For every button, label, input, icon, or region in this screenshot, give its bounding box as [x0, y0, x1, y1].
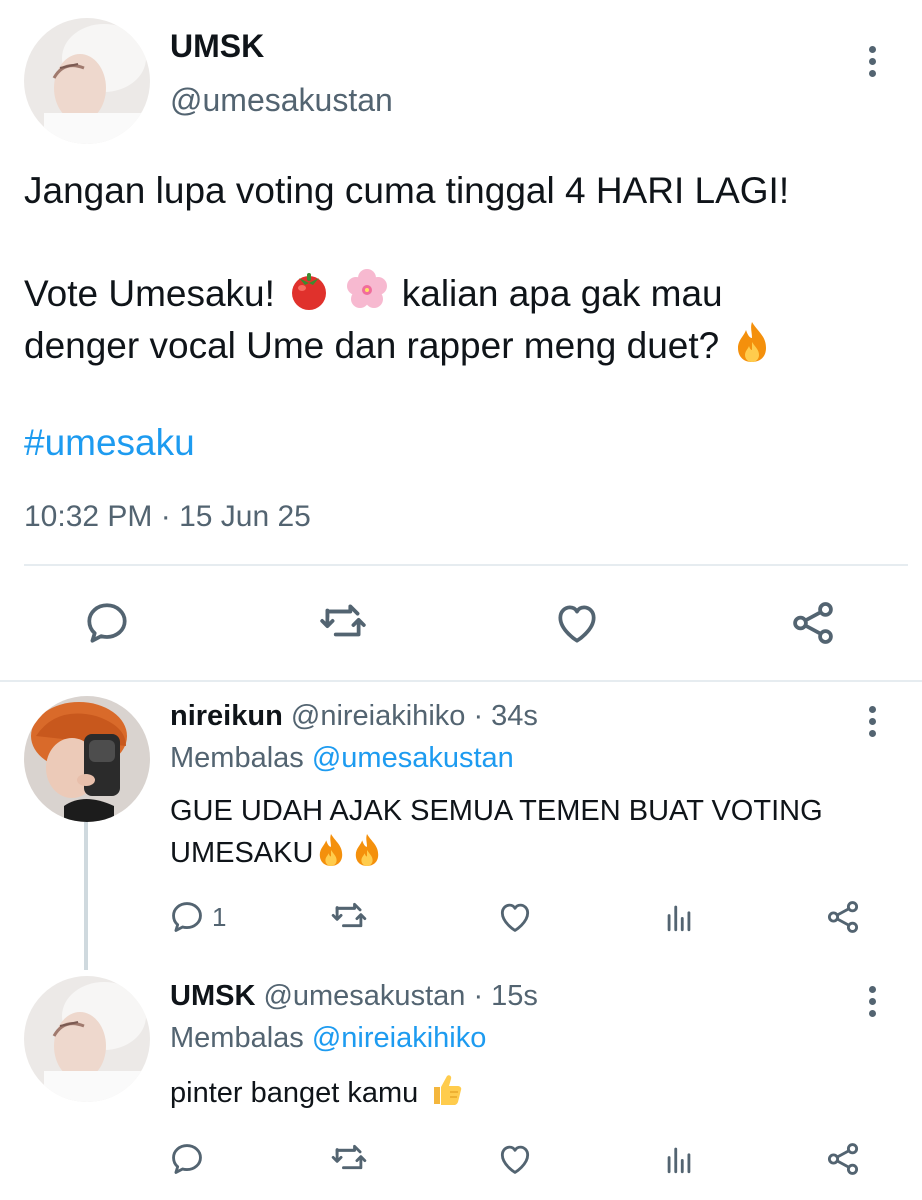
tomato-emoji-icon: [287, 268, 331, 323]
reply-icon: [168, 898, 206, 936]
replying-to-mention[interactable]: @nireiakihiko: [312, 1022, 487, 1054]
tweet-text-line-2: Vote Umesaku! kalian apa gak mau: [24, 268, 723, 323]
retweet-button[interactable]: [318, 598, 368, 648]
stats-button[interactable]: [662, 898, 696, 936]
reply-icon: [82, 598, 132, 648]
tweet-text-line-3-text: denger vocal Ume dan rapper meng duet?: [24, 325, 720, 366]
retweet-icon: [330, 1140, 368, 1178]
reply-author-handle[interactable]: @umesakustan: [263, 980, 465, 1012]
reply-text-line-2-text: UMESAKU: [170, 837, 314, 869]
reply-time: · 34s: [473, 700, 538, 732]
retweet-button[interactable]: [330, 898, 368, 936]
reply-header: nireikun @nireiakihiko · 34s: [170, 700, 538, 733]
fire-emoji-icon: [315, 832, 347, 880]
fire-emoji-icon: [351, 832, 383, 880]
fire-emoji-icon: [732, 320, 772, 375]
tweet-text-line-1: Jangan lupa voting cuma tinggal 4 HARI L…: [24, 170, 790, 211]
reply-header: UMSK @umesakustan · 15s: [170, 980, 538, 1013]
share-button[interactable]: [824, 898, 862, 936]
replying-to-label: Membalas: [170, 1022, 304, 1054]
replying-to-label: Membalas: [170, 742, 304, 774]
reply-text-line-1: GUE UDAH AJAK SEMUA TEMEN BUAT VOTING: [170, 795, 823, 827]
share-icon: [788, 598, 838, 648]
reply-author-name[interactable]: nireikun: [170, 700, 283, 732]
reply-count: 1: [212, 901, 227, 932]
more-options-icon[interactable]: [862, 46, 882, 77]
reply-avatar[interactable]: [24, 976, 150, 1102]
like-button[interactable]: [496, 898, 534, 936]
share-icon: [824, 1140, 862, 1178]
reply-author-handle[interactable]: @nireiakihiko: [291, 700, 466, 732]
reply-icon: [168, 1140, 206, 1178]
more-options-icon[interactable]: [862, 986, 882, 1017]
reply-text-line-2: UMESAKU: [170, 832, 385, 880]
retweet-icon: [318, 598, 368, 648]
reply-avatar[interactable]: [24, 696, 150, 822]
hashtag-link[interactable]: #umesaku: [24, 420, 195, 466]
author-avatar[interactable]: [24, 18, 150, 144]
stats-icon: [662, 898, 696, 936]
like-icon: [552, 598, 602, 648]
stats-icon: [662, 1140, 696, 1178]
reply-text-line-1: pinter banget kamu: [170, 1072, 466, 1120]
retweet-icon: [330, 898, 368, 936]
tweet-text-line-3: denger vocal Ume dan rapper meng duet?: [24, 320, 774, 375]
divider: [0, 680, 922, 682]
tweet-text-vote: Vote Umesaku!: [24, 273, 275, 314]
replying-to-mention[interactable]: @umesakustan: [312, 742, 514, 774]
reply-button[interactable]: 1: [168, 898, 226, 936]
tweet-text-tail: kalian apa gak mau: [401, 273, 723, 314]
reply-text: pinter banget kamu: [170, 1077, 419, 1109]
share-button[interactable]: [788, 598, 838, 648]
retweet-button[interactable]: [330, 1140, 368, 1178]
thumbs-up-emoji-icon: [428, 1072, 464, 1120]
reply-author-name[interactable]: UMSK: [170, 980, 255, 1012]
author-handle[interactable]: @umesakustan: [170, 82, 393, 119]
thread-line: [84, 822, 88, 970]
like-icon: [496, 1140, 534, 1178]
tweet-timestamp[interactable]: 10:32 PM · 15 Jun 25: [24, 500, 311, 534]
replying-to: Membalas @umesakustan: [170, 742, 514, 775]
stats-button[interactable]: [662, 1140, 696, 1178]
share-button[interactable]: [824, 1140, 862, 1178]
divider: [24, 564, 908, 566]
replying-to: Membalas @nireiakihiko: [170, 1022, 486, 1055]
author-name[interactable]: UMSK: [170, 28, 264, 65]
reply-button[interactable]: [82, 598, 132, 648]
share-icon: [824, 898, 862, 936]
cherry-blossom-emoji-icon: [345, 268, 389, 323]
like-button[interactable]: [552, 598, 602, 648]
like-button[interactable]: [496, 1140, 534, 1178]
more-options-icon[interactable]: [862, 706, 882, 737]
reply-button[interactable]: [168, 1140, 206, 1178]
reply-time: · 15s: [473, 980, 538, 1012]
like-icon: [496, 898, 534, 936]
